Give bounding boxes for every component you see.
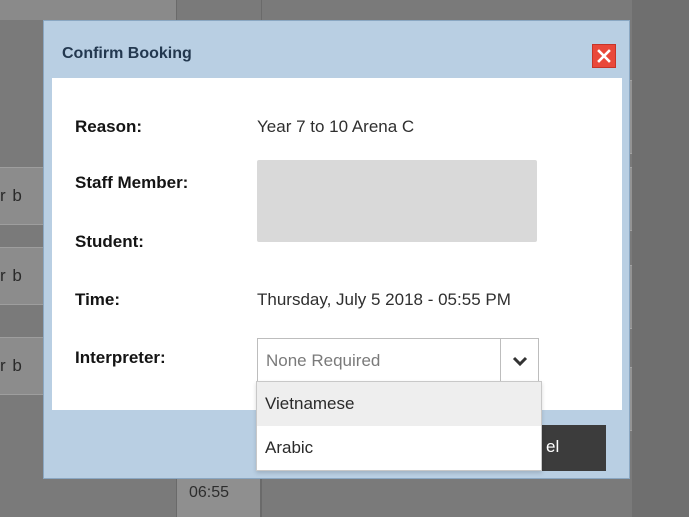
option-vietnamese[interactable]: Vietnamese	[257, 382, 541, 426]
bg-right-panel	[632, 0, 689, 517]
bg-time-cell: 06:55	[176, 474, 261, 517]
bg-header-cell	[0, 0, 176, 20]
interpreter-options-list: Vietnamese Arabic	[256, 381, 542, 471]
staff-member-label: Staff Member:	[75, 173, 189, 192]
interpreter-selected-value: None Required	[266, 351, 381, 370]
reason-label: Reason:	[75, 117, 143, 136]
student-label: Student:	[75, 232, 144, 251]
interpreter-label: Interpreter:	[75, 348, 166, 367]
dialog-body: Reason: Year 7 to 10 Arena C Staff Membe…	[52, 78, 622, 410]
time-label: Time:	[75, 290, 121, 309]
cancel-button[interactable]: el	[542, 425, 606, 471]
redacted-block	[257, 160, 537, 242]
dropdown-toggle[interactable]	[500, 339, 538, 383]
reason-value: Year 7 to 10 Arena C	[257, 117, 415, 136]
dialog-title: Confirm Booking	[62, 45, 192, 62]
option-arabic[interactable]: Arabic	[257, 426, 541, 470]
bg-time-label: 06:55	[189, 484, 230, 501]
cancel-button-wrapper: el	[542, 425, 606, 471]
close-icon	[597, 49, 611, 63]
chevron-down-icon	[512, 356, 527, 367]
cancel-button-label: el	[546, 437, 560, 456]
interpreter-select[interactable]: None Required	[257, 338, 539, 384]
close-button[interactable]	[592, 44, 616, 68]
time-value: Thursday, July 5 2018 - 05:55 PM	[257, 290, 511, 309]
